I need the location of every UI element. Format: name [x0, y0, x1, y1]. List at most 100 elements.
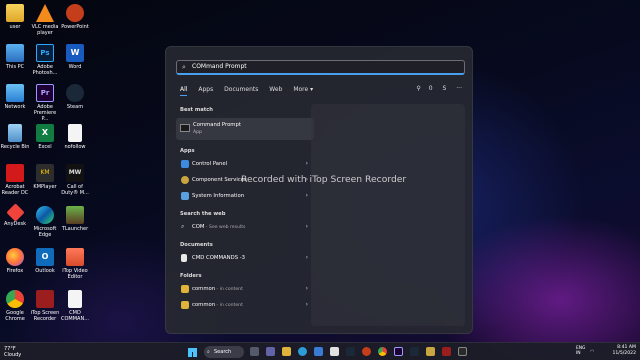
tab-documents[interactable]: Documents	[224, 86, 258, 93]
result-control-panel[interactable]: Control Panel ›	[176, 156, 314, 172]
folder-icon	[6, 4, 24, 22]
more-options-button[interactable]: ···	[456, 85, 462, 92]
chevron-right-icon[interactable]: ›	[306, 188, 308, 204]
desktop-icon-steam[interactable]: Steam	[60, 84, 90, 110]
desktop-icon-kmplayer[interactable]: KM KMPlayer	[30, 164, 60, 190]
desktop-icon-chrome[interactable]: Google Chrome	[0, 290, 30, 322]
photos-icon[interactable]	[330, 347, 339, 356]
desktop-icon-premiere[interactable]: Pr Adobe Premiere P...	[30, 84, 60, 122]
system-information-icon	[181, 192, 189, 200]
start-button[interactable]	[188, 348, 197, 357]
desktop-icon-label: Adobe Photosh...	[32, 64, 58, 76]
powerpoint-icon[interactable]	[362, 347, 371, 356]
desktop-icon-acrobat[interactable]: Acrobat Reader DC	[0, 164, 30, 196]
desktop-icon-edge[interactable]: Microsoft Edge	[30, 206, 60, 238]
web-suffix: - See web results	[204, 225, 246, 230]
task-view-icon[interactable]	[250, 347, 259, 356]
desktop-icon-network[interactable]: Network	[0, 84, 30, 110]
premiere-icon[interactable]	[394, 347, 403, 356]
desktop-icon-tlauncher[interactable]: TLauncher	[60, 206, 90, 232]
premiere-icon: Pr	[36, 84, 54, 102]
tab-all[interactable]: All	[180, 86, 187, 96]
screen-recorder-icon[interactable]	[442, 347, 451, 356]
desktop-icon-firefox[interactable]: Firefox	[0, 248, 30, 274]
chrome-icon[interactable]	[378, 347, 387, 356]
desktop-icon-label: Acrobat Reader DC	[1, 184, 29, 196]
search-input[interactable]: ⌕ COMmand Prompt	[176, 60, 465, 75]
vlc-icon	[36, 4, 54, 22]
desktop-icon-user[interactable]: user	[0, 4, 30, 30]
cod-icon: MW	[66, 164, 84, 182]
desktop-icon-label: iTop Video Editor	[62, 268, 88, 280]
anydesk-icon	[5, 203, 25, 222]
chevron-right-icon[interactable]: ›	[306, 297, 308, 313]
itop-editor-icon	[66, 248, 84, 266]
desktop-icon-excel[interactable]: X Excel	[30, 124, 60, 150]
language-indicator[interactable]: ENG IN	[576, 346, 585, 356]
result-folder[interactable]: common - in content ›	[176, 297, 314, 313]
rewards-badge[interactable]: ⚲ 0	[408, 85, 432, 92]
folder-icon	[181, 301, 189, 309]
desktop-icon-label: Adobe Premiere P...	[33, 104, 57, 122]
command-prompt-icon[interactable]	[458, 347, 467, 356]
desktop-icon-label: TLauncher	[61, 226, 89, 232]
folder-name: common	[192, 286, 216, 292]
best-match-subtitle: App	[193, 130, 202, 135]
desktop-icon-recycle-bin[interactable]: Recycle Bin	[0, 124, 30, 150]
system-tray[interactable]: ◠	[590, 349, 594, 355]
desktop-icon-label: Firefox	[6, 268, 24, 274]
best-match-title: Command Prompt	[193, 122, 241, 128]
desktop-icon-label: Outlook	[35, 268, 55, 274]
desktop-icon-label: Network	[4, 104, 26, 110]
desktop-icon-itop-editor[interactable]: iTop Video Editor	[60, 248, 90, 280]
desktop-icon-cmd-commands[interactable]: CMD COMMAN...	[60, 290, 90, 322]
tab-more[interactable]: More ▾	[293, 86, 313, 93]
chevron-right-icon[interactable]: ›	[306, 281, 308, 297]
best-match-item[interactable]: Command Prompt App	[176, 118, 314, 140]
desktop-icon-outlook[interactable]: O Outlook	[30, 248, 60, 274]
screen-recorder-icon	[36, 290, 54, 308]
preview-pane	[311, 104, 465, 326]
desktop-icon-nofollow[interactable]: nofollow	[60, 124, 90, 150]
desktop-icon-label: Steam	[66, 104, 84, 110]
chevron-right-icon[interactable]: ›	[306, 156, 308, 172]
chevron-right-icon[interactable]: ›	[306, 250, 308, 266]
desktop-icon-screen-recorder[interactable]: iTop Screen Recorder	[30, 290, 60, 322]
kmplayer-icon: KM	[36, 164, 54, 182]
desktop-icon-label: Recycle Bin	[0, 144, 30, 150]
desktop-icon-powerpoint[interactable]: PowerPoint	[60, 4, 90, 30]
teams-icon[interactable]	[266, 347, 275, 356]
desktop-icon-photoshop[interactable]: Ps Adobe Photosh...	[30, 44, 60, 76]
steam-icon[interactable]	[346, 347, 355, 356]
taskbar-search[interactable]: ⌕ Search	[204, 346, 244, 358]
result-system-information[interactable]: System Information ›	[176, 188, 314, 204]
tab-apps[interactable]: Apps	[198, 86, 213, 93]
trophy-icon: ⚲	[416, 85, 421, 92]
edge-icon[interactable]	[298, 347, 307, 356]
result-document[interactable]: CMD COMMANDS -3 ›	[176, 250, 314, 266]
clock[interactable]: 8:41 AM 11/5/2022	[612, 345, 636, 357]
desktop-icon-cod[interactable]: MW Call of Duty® M...	[60, 164, 90, 196]
weather-widget[interactable]: 77°F Cloudy	[4, 346, 21, 358]
desktop-icon-this-pc[interactable]: This PC	[0, 44, 30, 70]
desktop-icon-label: Microsoft Edge	[33, 226, 57, 238]
steam-icon[interactable]	[410, 347, 419, 356]
result-folder[interactable]: common - in content ›	[176, 281, 314, 297]
acrobat-icon	[6, 164, 24, 182]
store-icon[interactable]	[314, 347, 323, 356]
desktop-icon-word[interactable]: W Word	[60, 44, 90, 70]
account-avatar[interactable]: S	[443, 85, 447, 92]
section-apps: Apps	[180, 148, 195, 154]
result-web-search[interactable]: ⌕ COM - See web results ›	[176, 219, 314, 235]
chevron-right-icon[interactable]: ›	[306, 219, 308, 235]
file-explorer-icon[interactable]	[282, 347, 291, 356]
desktop-icon-label: This PC	[5, 64, 25, 70]
tab-web[interactable]: Web	[269, 86, 282, 93]
search-query: COMmand Prompt	[192, 63, 247, 70]
desktop-icon-anydesk[interactable]: AnyDesk	[0, 203, 30, 227]
app-icon[interactable]	[426, 347, 435, 356]
folder-suffix: - in content	[215, 303, 243, 308]
desktop-icon-vlc[interactable]: VLC media player	[30, 4, 60, 36]
chrome-icon	[6, 290, 24, 308]
photoshop-icon: Ps	[36, 44, 54, 62]
